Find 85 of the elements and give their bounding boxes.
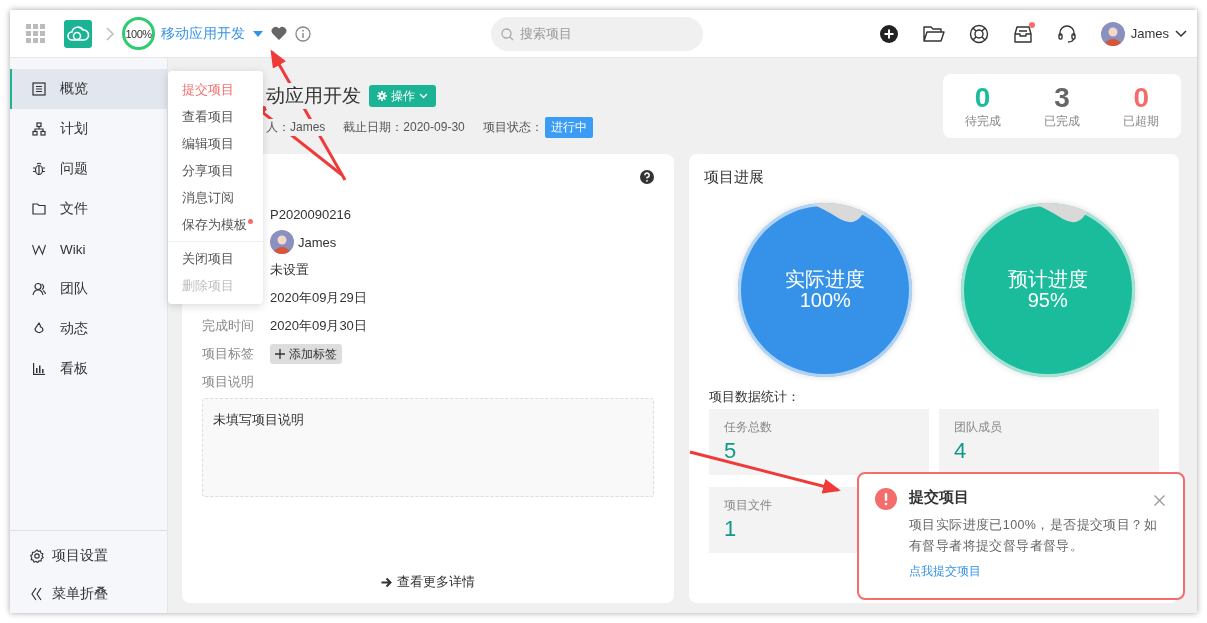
stat-label: 任务总数 [724,419,772,436]
field-value: 2020年09月29日 [270,289,367,307]
info-icon[interactable] [295,25,311,42]
sidebar-item[interactable]: 概览 [10,69,167,109]
sidebar-item[interactable]: 计划 [10,109,167,149]
owner-name: James [298,234,337,250]
sidebar-item[interactable]: Wiki [10,229,167,269]
avatar[interactable] [1100,21,1125,46]
chevron-down-icon [419,93,428,99]
stat-value: 1 [724,516,737,542]
summary-count: 0 [1133,82,1150,113]
progress-label: 实际进度 [785,269,866,290]
menu-item[interactable]: 编辑项目 [168,130,263,157]
lifebuoy-icon[interactable] [968,23,989,44]
menu-item[interactable]: 分享项目 [168,157,263,184]
warning-icon [875,488,897,510]
description-text: 未填写项目说明 [213,412,304,427]
summary-label: 已超期 [1123,112,1160,130]
stat-value: 4 [954,438,967,464]
stat-label: 团队成员 [954,419,1002,436]
plus-icon [275,349,285,359]
card-title: 项目进展 [704,168,765,187]
status-tag: 进行中 [544,117,593,138]
progress-label: 预计进度 [1007,269,1088,290]
chevron-right-icon [106,26,114,41]
toast-message: 项目实际进度已100%，是否提交项目？如有督导者将提交督导者督导。 [909,517,1157,555]
field-value: 未设置 [270,261,309,279]
close-icon[interactable] [1154,495,1165,506]
double-chevron-left-icon [30,587,44,601]
stats-title: 项目数据统计： [709,389,801,406]
menu-item[interactable]: 保存为模板 [168,211,263,238]
field-label: 完成时间 [202,318,254,333]
bar-chart-icon [32,362,46,376]
toast-title: 提交项目 [909,488,970,507]
sitemap-icon [32,122,46,136]
progress-ring: 100% [122,17,155,50]
cloud-logo-icon[interactable] [64,19,92,48]
headset-icon[interactable] [1056,23,1077,44]
summary-label: 待完成 [964,112,1001,130]
inbox-icon[interactable] [1012,23,1033,44]
sidebar-item[interactable]: 看板 [10,349,167,389]
caret-down-icon[interactable] [253,30,263,37]
search-icon [501,27,514,41]
sidebar-item[interactable]: 团队 [10,269,167,309]
progress-value: 100% [799,290,851,311]
field-label: 项目说明 [202,373,255,391]
settings-icon [30,549,44,563]
sidebar-item[interactable]: 动态 [10,309,167,349]
sidebar-item[interactable]: 问题 [10,149,167,189]
avatar [270,230,294,254]
people-icon [32,282,46,296]
menu-item[interactable]: 关闭项目 [168,245,263,272]
gear-icon [377,91,387,101]
search-field[interactable]: 搜索项目 [491,16,703,51]
meta-text: 截止日期：2020-09-30 [343,119,465,136]
progress-value: 95% [1027,290,1068,311]
chevron-down-icon[interactable] [1175,29,1187,38]
field-value: P2020090216 [270,206,351,222]
list-icon [32,82,46,96]
heart-icon[interactable] [271,26,287,41]
field-label: 项目标签 [202,346,254,361]
bug-icon [32,162,46,176]
user-name[interactable]: James [1130,26,1169,41]
wiki-icon [32,242,46,256]
field-value: 2020年09月30日 [270,317,367,335]
summary-label: 已完成 [1044,112,1080,130]
more-details-link[interactable]: 查看更多详情 [381,573,475,591]
stat-label: 项目文件 [724,497,772,514]
folder-icon[interactable] [922,24,945,43]
help-icon[interactable] [640,170,654,184]
folder-icon [32,202,46,216]
add-icon[interactable] [878,23,899,44]
add-tag-button[interactable]: 添加标签 [270,344,342,364]
project-title: 动应用开发 [266,83,361,109]
settings-link[interactable]: 项目设置 [10,537,167,575]
collapse-menu-link[interactable]: 菜单折叠 [10,575,167,613]
arrow-right-icon [381,576,392,588]
summary-count: 0 [974,82,991,113]
stat-value: 5 [724,438,737,464]
flame-icon [32,322,46,336]
sidebar-item[interactable]: 文件 [10,189,167,229]
meta-text: 人：James [266,119,326,136]
menu-item[interactable]: 消息订阅 [168,184,263,211]
menu-item[interactable]: 查看项目 [168,103,263,130]
summary-count: 3 [1054,82,1070,113]
